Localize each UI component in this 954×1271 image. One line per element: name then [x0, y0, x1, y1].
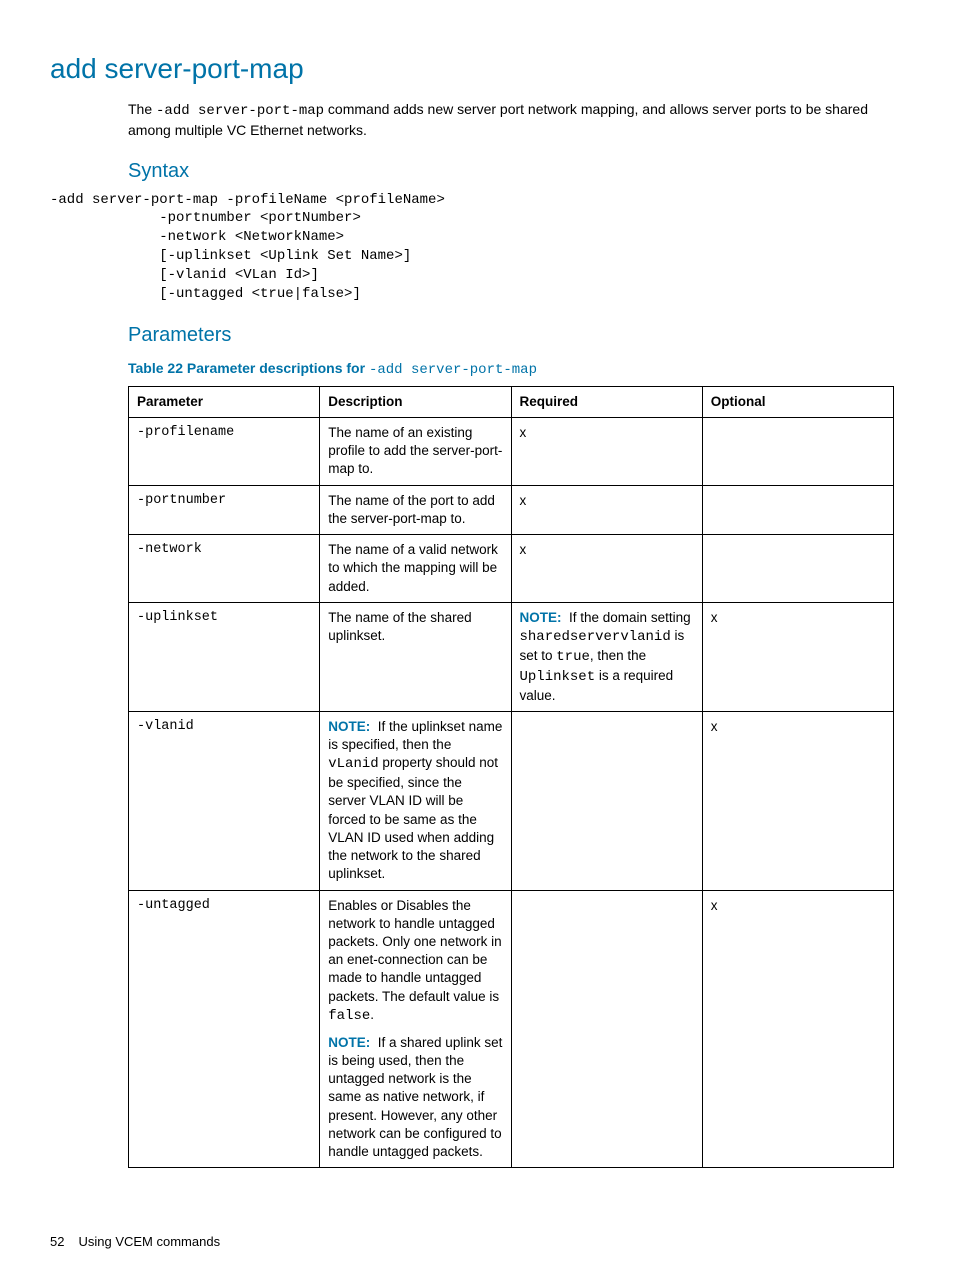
param-optional: x: [702, 602, 893, 711]
param-desc: The name of the shared uplinkset.: [320, 602, 511, 711]
table-row: -network The name of a valid network to …: [129, 535, 894, 603]
syntax-heading: Syntax: [128, 158, 894, 185]
table-row: -untagged Enables or Disables the networ…: [129, 890, 894, 1168]
param-desc: NOTE: If the uplinkset name is specified…: [320, 711, 511, 890]
table-header-row: Parameter Description Required Optional: [129, 386, 894, 417]
param-desc: The name of an existing profile to add t…: [320, 418, 511, 486]
param-required: x: [511, 418, 702, 486]
desc-code: false: [328, 1008, 370, 1024]
col-required: Required: [511, 386, 702, 417]
table-caption-prefix: Table 22 Parameter descriptions for: [128, 360, 369, 376]
param-required: x: [511, 535, 702, 603]
note-code: true: [556, 649, 590, 665]
param-required: [511, 711, 702, 890]
col-parameter: Parameter: [129, 386, 320, 417]
intro-pre: The: [128, 101, 156, 117]
param-optional: [702, 418, 893, 486]
desc-text: Enables or Disables the network to handl…: [328, 898, 501, 1004]
col-description: Description: [320, 386, 511, 417]
desc-text: .: [370, 1007, 374, 1022]
param-required: x: [511, 485, 702, 534]
param-name: -portnumber: [129, 485, 320, 534]
param-required: [511, 890, 702, 1168]
note-label: NOTE:: [328, 719, 370, 734]
param-name: -network: [129, 535, 320, 603]
param-desc: Enables or Disables the network to handl…: [320, 890, 511, 1168]
param-name: -untagged: [129, 890, 320, 1168]
footer-section: Using VCEM commands: [78, 1234, 220, 1249]
page-title: add server-port-map: [50, 50, 894, 88]
param-optional: [702, 535, 893, 603]
page-number: 52: [50, 1234, 64, 1249]
param-required-note: NOTE: If the domain setting sharedserver…: [511, 602, 702, 711]
table-caption-command: -add server-port-map: [369, 362, 537, 378]
note-code: Uplinkset: [520, 669, 596, 685]
param-desc: The name of a valid network to which the…: [320, 535, 511, 603]
parameters-table: Parameter Description Required Optional …: [128, 386, 894, 1168]
param-desc: The name of the port to add the server-p…: [320, 485, 511, 534]
col-optional: Optional: [702, 386, 893, 417]
param-name: -vlanid: [129, 711, 320, 890]
param-optional: x: [702, 890, 893, 1168]
parameters-heading: Parameters: [128, 322, 894, 349]
note-label: NOTE:: [520, 610, 562, 625]
intro-paragraph: The -add server-port-map command adds ne…: [128, 100, 894, 140]
table-row: -profilename The name of an existing pro…: [129, 418, 894, 486]
note-code: sharedservervlanid: [520, 629, 671, 645]
table-caption: Table 22 Parameter descriptions for -add…: [128, 359, 894, 380]
param-name: -profilename: [129, 418, 320, 486]
table-row: -portnumber The name of the port to add …: [129, 485, 894, 534]
page-footer: 52 Using VCEM commands: [50, 1233, 220, 1251]
syntax-code-block: -add server-port-map -profileName <profi…: [50, 191, 894, 304]
desc-text: property should not be specified, since …: [328, 755, 498, 881]
note-text: , then the: [590, 648, 646, 663]
table-row: -vlanid NOTE: If the uplinkset name is s…: [129, 711, 894, 890]
note-text: If a shared uplink set is being used, th…: [328, 1035, 502, 1159]
desc-note-block: NOTE: If a shared uplink set is being us…: [328, 1034, 502, 1162]
intro-command-code: -add server-port-map: [156, 103, 324, 119]
param-optional: [702, 485, 893, 534]
note-text: If the domain setting: [569, 610, 691, 625]
table-row: -uplinkset The name of the shared uplink…: [129, 602, 894, 711]
param-name: -uplinkset: [129, 602, 320, 711]
note-label: NOTE:: [328, 1035, 370, 1050]
param-optional: x: [702, 711, 893, 890]
desc-code: vLanid: [328, 756, 378, 772]
